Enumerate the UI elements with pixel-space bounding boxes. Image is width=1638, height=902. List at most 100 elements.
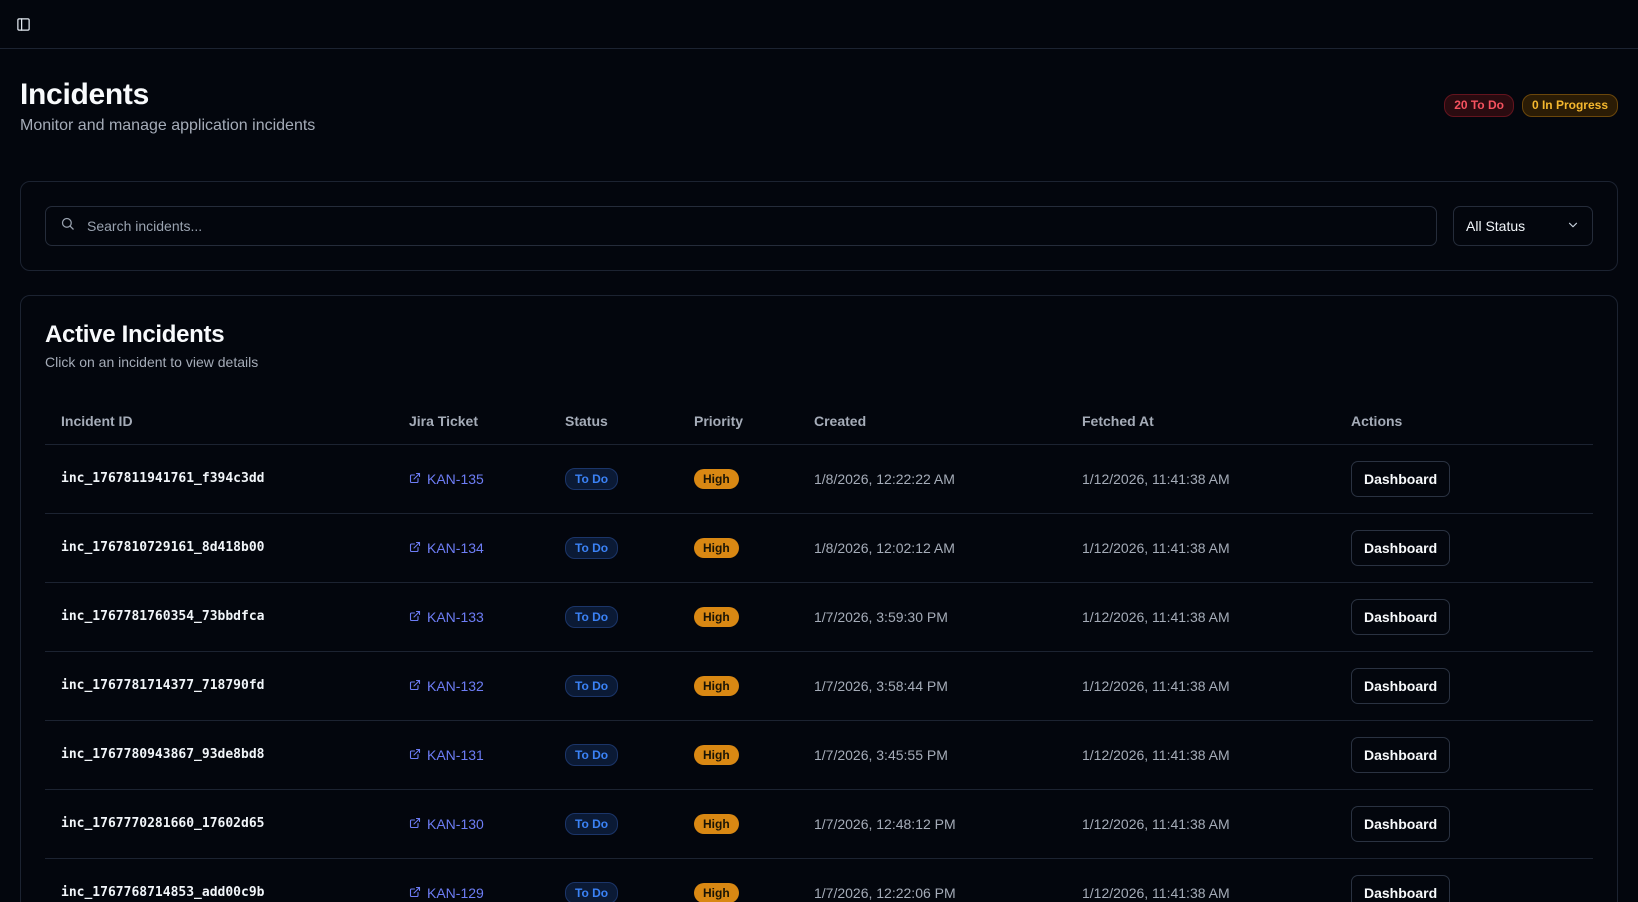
fetched-at-timestamp: 1/12/2026, 11:41:38 AM (1066, 444, 1335, 514)
incident-id: inc_1767781714377_718790fd (45, 651, 393, 721)
page-subtitle: Monitor and manage application incidents (20, 117, 316, 134)
page-title: Incidents (20, 78, 149, 111)
column-header-status: Status (549, 398, 678, 445)
status-cell: To Do (549, 513, 678, 583)
priority-badge: High (694, 675, 739, 696)
external-link-icon (409, 747, 421, 763)
table-row[interactable]: inc_1767780943867_93de8bd8 KAN-131 To Do… (45, 720, 1593, 790)
priority-badge: High (694, 744, 739, 765)
priority-cell: High (678, 858, 798, 902)
status-filter-value: All Status (1466, 218, 1526, 234)
incident-id: inc_1767780943867_93de8bd8 (45, 720, 393, 790)
jira-ticket-cell: KAN-130 (393, 789, 549, 859)
actions-cell: Dashboard (1335, 582, 1593, 652)
search-input[interactable] (87, 218, 1422, 234)
search-box[interactable] (45, 206, 1437, 246)
dashboard-button[interactable]: Dashboard (1351, 736, 1451, 773)
status-badge: To Do (565, 605, 619, 628)
status-badge: To Do (565, 674, 619, 697)
jira-ticket-label: KAN-133 (427, 608, 484, 625)
jira-ticket-link[interactable]: KAN-133 (409, 609, 533, 625)
status-cell: To Do (549, 789, 678, 859)
dashboard-button[interactable]: Dashboard (1351, 874, 1451, 902)
card-subtitle: Click on an incident to view details (45, 354, 259, 370)
jira-ticket-label: KAN-130 (427, 815, 484, 832)
column-header-fetched-at: Fetched At (1066, 398, 1335, 445)
jira-ticket-cell: KAN-129 (393, 858, 549, 902)
incident-id: inc_1767768714853_add00c9b (45, 858, 393, 902)
status-badge: To Do (565, 743, 619, 766)
jira-ticket-cell: KAN-134 (393, 513, 549, 583)
jira-ticket-link[interactable]: KAN-131 (409, 747, 533, 763)
jira-ticket-link[interactable]: KAN-132 (409, 678, 533, 694)
status-cell: To Do (549, 444, 678, 514)
incident-id: inc_1767781760354_73bbdfca (45, 582, 393, 652)
table-row[interactable]: inc_1767768714853_add00c9b KAN-129 To Do… (45, 858, 1593, 902)
dashboard-button[interactable]: Dashboard (1351, 460, 1451, 497)
created-timestamp: 1/7/2026, 3:45:55 PM (798, 720, 1066, 790)
table-row[interactable]: inc_1767810729161_8d418b00 KAN-134 To Do… (45, 513, 1593, 583)
created-timestamp: 1/7/2026, 3:58:44 PM (798, 651, 1066, 721)
table-row[interactable]: inc_1767811941761_f394c3dd KAN-135 To Do… (45, 444, 1593, 514)
priority-badge: High (694, 813, 739, 834)
dashboard-button[interactable]: Dashboard (1351, 598, 1451, 635)
status-cell: To Do (549, 651, 678, 721)
status-badge: To Do (565, 467, 619, 490)
jira-ticket-cell: KAN-132 (393, 651, 549, 721)
status-cell: To Do (549, 858, 678, 902)
priority-cell: High (678, 651, 798, 721)
filter-card: All Status (20, 181, 1618, 271)
incidents-table-card: Active Incidents Click on an incident to… (20, 295, 1618, 902)
priority-cell: High (678, 789, 798, 859)
priority-cell: High (678, 582, 798, 652)
incident-id: inc_1767810729161_8d418b00 (45, 513, 393, 583)
status-filter-select[interactable]: All Status (1453, 206, 1593, 246)
external-link-icon (409, 678, 421, 694)
table-row[interactable]: inc_1767770281660_17602d65 KAN-130 To Do… (45, 789, 1593, 859)
jira-ticket-link[interactable]: KAN-135 (409, 471, 533, 487)
created-timestamp: 1/7/2026, 12:48:12 PM (798, 789, 1066, 859)
jira-ticket-link[interactable]: KAN-129 (409, 885, 533, 901)
created-timestamp: 1/8/2026, 12:02:12 AM (798, 513, 1066, 583)
column-header-priority: Priority (678, 398, 798, 445)
card-title: Active Incidents (45, 321, 225, 348)
priority-badge: High (694, 468, 739, 489)
jira-ticket-cell: KAN-133 (393, 582, 549, 652)
incident-id: inc_1767770281660_17602d65 (45, 789, 393, 859)
chevron-down-icon (1566, 218, 1580, 235)
created-timestamp: 1/8/2026, 12:22:22 AM (798, 444, 1066, 514)
external-link-icon (409, 816, 421, 832)
status-badges: 20 To Do 0 In Progress (1444, 94, 1618, 117)
fetched-at-timestamp: 1/12/2026, 11:41:38 AM (1066, 858, 1335, 902)
column-header-actions: Actions (1335, 398, 1593, 445)
status-badge: To Do (565, 536, 619, 559)
actions-cell: Dashboard (1335, 513, 1593, 583)
dashboard-button[interactable]: Dashboard (1351, 667, 1451, 704)
dashboard-button[interactable]: Dashboard (1351, 529, 1451, 566)
priority-badge: High (694, 606, 739, 627)
fetched-at-timestamp: 1/12/2026, 11:41:38 AM (1066, 513, 1335, 583)
table-row[interactable]: inc_1767781714377_718790fd KAN-132 To Do… (45, 651, 1593, 721)
jira-ticket-label: KAN-129 (427, 884, 484, 901)
jira-ticket-link[interactable]: KAN-130 (409, 816, 533, 832)
table-row[interactable]: inc_1767781760354_73bbdfca KAN-133 To Do… (45, 582, 1593, 652)
status-cell: To Do (549, 582, 678, 652)
priority-cell: High (678, 513, 798, 583)
actions-cell: Dashboard (1335, 651, 1593, 721)
search-icon (60, 216, 75, 236)
actions-cell: Dashboard (1335, 444, 1593, 514)
jira-ticket-link[interactable]: KAN-134 (409, 540, 533, 556)
priority-cell: High (678, 720, 798, 790)
sidebar-toggle-icon[interactable] (14, 15, 32, 33)
actions-cell: Dashboard (1335, 858, 1593, 902)
priority-badge: High (694, 537, 739, 558)
dashboard-button[interactable]: Dashboard (1351, 805, 1451, 842)
main-content: Incidents Monitor and manage application… (0, 49, 1638, 902)
fetched-at-timestamp: 1/12/2026, 11:41:38 AM (1066, 651, 1335, 721)
actions-cell: Dashboard (1335, 720, 1593, 790)
external-link-icon (409, 540, 421, 556)
column-header-jira-ticket: Jira Ticket (393, 398, 549, 445)
jira-ticket-label: KAN-132 (427, 677, 484, 694)
priority-cell: High (678, 444, 798, 514)
fetched-at-timestamp: 1/12/2026, 11:41:38 AM (1066, 789, 1335, 859)
